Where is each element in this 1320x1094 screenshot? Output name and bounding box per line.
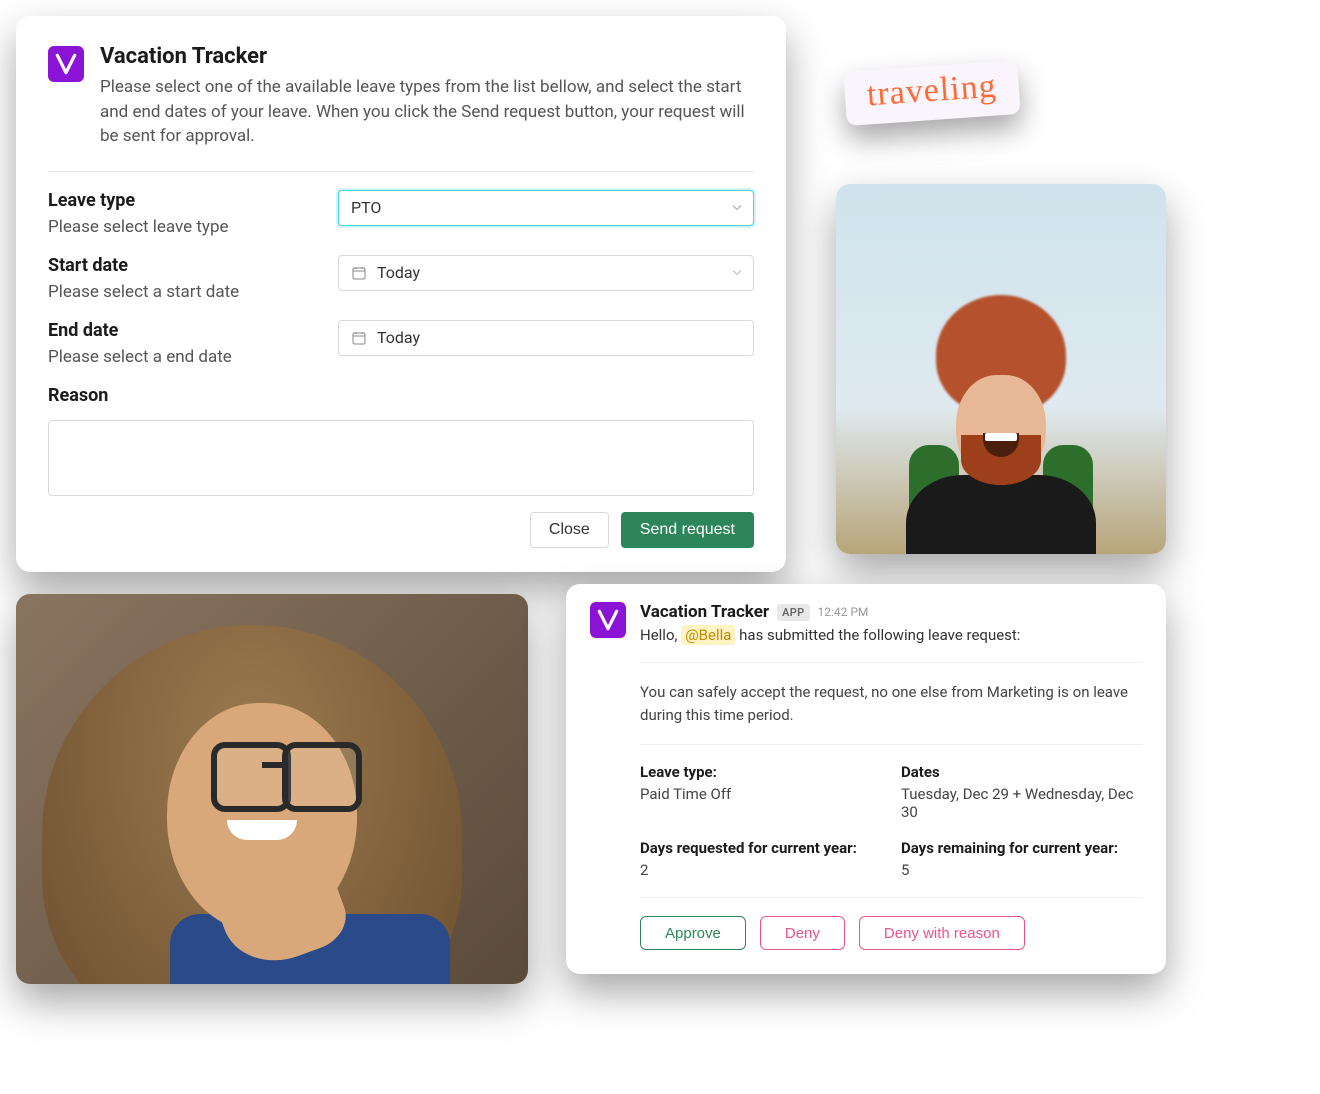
leave-type-select[interactable]: PTO: [338, 190, 754, 226]
user-mention[interactable]: @Bella: [681, 625, 735, 645]
close-button[interactable]: Close: [530, 512, 609, 548]
days-requested-value: 2: [640, 861, 881, 879]
leave-type-sublabel: Please select leave type: [48, 217, 338, 237]
leave-type-value: Paid Time Off: [640, 785, 881, 803]
message-actions: Approve Deny Deny with reason: [640, 916, 1142, 950]
calendar-icon: [351, 330, 367, 346]
approve-button[interactable]: Approve: [640, 916, 746, 950]
dates-key: Dates: [901, 763, 1142, 781]
sticker-text: traveling: [866, 68, 998, 114]
message-app-name: Vacation Tracker: [640, 602, 769, 622]
start-date-row: Start date Please select a start date To…: [48, 255, 754, 302]
send-request-button[interactable]: Send request: [621, 512, 754, 548]
end-date-input[interactable]: Today: [338, 320, 754, 356]
reason-label: Reason: [48, 385, 754, 406]
app-logo-icon: [590, 602, 626, 638]
leave-request-message: Vacation Tracker APP 12:42 PM Hello, @Be…: [566, 584, 1166, 974]
leave-type-key: Leave type:: [640, 763, 881, 781]
days-requested-key: Days requested for current year:: [640, 839, 881, 857]
deny-with-reason-button[interactable]: Deny with reason: [859, 916, 1025, 950]
end-date-label: End date: [48, 320, 338, 341]
leave-type-label: Leave type: [48, 190, 338, 211]
days-remaining-key: Days remaining for current year:: [901, 839, 1142, 857]
message-body: You can safely accept the request, no on…: [640, 681, 1142, 726]
chevron-down-icon: [731, 263, 743, 282]
form-header: Vacation Tracker Please select one of th…: [48, 44, 754, 149]
divider: [48, 171, 754, 172]
leave-request-form: Vacation Tracker Please select one of th…: [16, 16, 786, 572]
start-date-input[interactable]: Today: [338, 255, 754, 291]
app-badge: APP: [777, 604, 809, 621]
leave-type-row: Leave type Please select leave type PTO: [48, 190, 754, 237]
start-date-sublabel: Please select a start date: [48, 282, 338, 302]
start-date-label: Start date: [48, 255, 338, 276]
message-details-grid: Leave type: Paid Time Off Dates Tuesday,…: [640, 763, 1142, 879]
leave-type-value: PTO: [351, 198, 381, 217]
message-header: Vacation Tracker APP 12:42 PM Hello, @Be…: [590, 602, 1142, 644]
form-title: Vacation Tracker: [100, 44, 754, 69]
form-actions: Close Send request: [48, 512, 754, 548]
calendar-icon: [351, 265, 367, 281]
start-date-value: Today: [377, 263, 420, 282]
photo-hiker: [836, 184, 1166, 554]
reason-row: Reason: [48, 385, 754, 500]
traveling-sticker: traveling: [843, 60, 1020, 126]
end-date-row: End date Please select a end date Today: [48, 320, 754, 367]
dates-value: Tuesday, Dec 29 + Wednesday, Dec 30: [901, 785, 1142, 821]
divider: [640, 662, 1142, 663]
end-date-value: Today: [377, 328, 420, 347]
reason-textarea[interactable]: [48, 420, 754, 496]
app-logo-icon: [48, 46, 84, 82]
deny-button[interactable]: Deny: [760, 916, 845, 950]
form-description: Please select one of the available leave…: [100, 75, 754, 149]
end-date-sublabel: Please select a end date: [48, 347, 338, 367]
message-timestamp: 12:42 PM: [818, 605, 869, 619]
divider: [640, 897, 1142, 898]
divider: [640, 744, 1142, 745]
chevron-down-icon: [731, 198, 743, 217]
message-greeting: Hello, @Bella has submitted the followin…: [640, 626, 1142, 644]
photo-woman-glasses: [16, 594, 528, 984]
days-remaining-value: 5: [901, 861, 1142, 879]
